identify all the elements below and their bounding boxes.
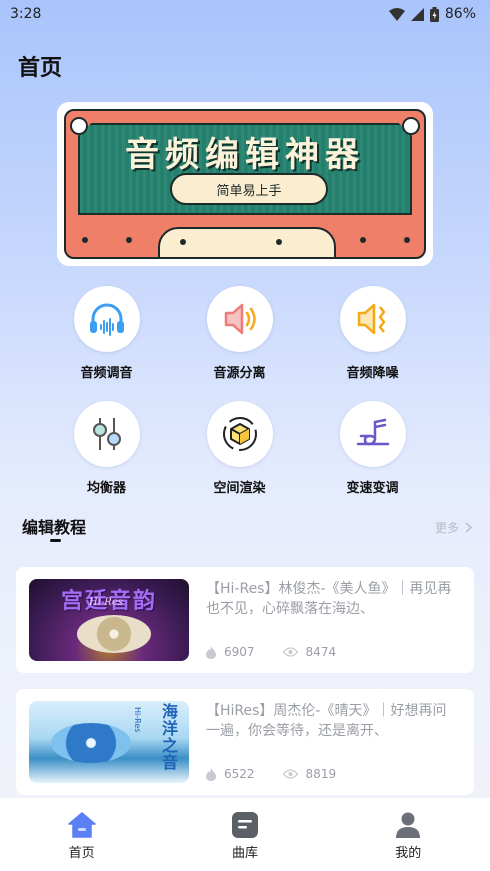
section-underline <box>50 539 61 542</box>
view-count: 8474 <box>305 645 337 659</box>
flame-icon <box>206 645 216 659</box>
noise-reduction-icon <box>339 286 406 352</box>
equalizer-icon <box>73 401 140 467</box>
banner[interactable]: 音频编辑神器 简单易上手 <box>57 102 433 266</box>
more-label: 更多 <box>434 521 459 535</box>
profile-icon <box>396 812 421 838</box>
tool-label: 音源分离 <box>213 366 266 381</box>
tutorial-card[interactable]: 海洋之音 Hi-Res 【HiRes】周杰伦-《晴天》｜好想再问一遍，你会等待，… <box>16 689 474 795</box>
tab-label: 首页 <box>68 846 95 861</box>
cassette-illustration: 音频编辑神器 简单易上手 <box>64 109 426 259</box>
section-title: 编辑教程 <box>22 518 87 537</box>
battery-level: 86% <box>444 6 476 22</box>
thumbnail-subtitle: Hi-Res <box>133 707 142 733</box>
home-icon <box>67 812 96 838</box>
cassette-tape-window <box>158 227 336 257</box>
spatial-box-icon <box>206 401 273 467</box>
tool-label: 均衡器 <box>86 481 126 496</box>
tool-source-separation[interactable]: 音源分离 <box>173 286 306 381</box>
tutorial-title: 【Hi-Res】林俊杰-《美人鱼》｜再见再也不见，心碎飘落在海边、 <box>206 581 452 617</box>
tutorial-stats: 6522 8819 <box>206 767 364 781</box>
status-icons: 86% <box>388 6 476 22</box>
speaker-icon <box>206 286 273 352</box>
cd-disc <box>77 615 151 653</box>
eye-icon <box>282 647 298 657</box>
tool-audio-tuning[interactable]: 音频调音 <box>40 286 173 381</box>
banner-title: 音频编辑神器 <box>125 135 365 175</box>
cassette-dot <box>82 237 88 243</box>
cassette-dot <box>360 237 366 243</box>
pitch-icon <box>339 401 406 467</box>
eye-icon <box>282 769 298 779</box>
tool-equalizer[interactable]: 均衡器 <box>40 401 173 496</box>
thumbnail-title: 海洋之音 <box>161 702 178 772</box>
tab-label: 我的 <box>395 846 422 861</box>
tool-speed-pitch[interactable]: 变速变调 <box>306 401 439 496</box>
more-link[interactable]: 更多 <box>435 519 472 536</box>
tool-spatial-render[interactable]: 空间渲染 <box>173 401 306 496</box>
flame-icon <box>206 767 216 781</box>
battery-icon <box>429 6 439 22</box>
like-count: 6522 <box>224 767 255 781</box>
wifi-icon <box>388 7 405 21</box>
tutorial-stats: 6907 8474 <box>206 645 364 659</box>
cassette-dot <box>404 237 410 243</box>
tutorial-card[interactable]: 宫廷音韵 Hi-Res 【Hi-Res】林俊杰-《美人鱼》｜再见再也不见，心碎飘… <box>16 567 474 673</box>
tab-label: 曲库 <box>231 846 258 861</box>
tool-noise-reduction[interactable]: 音频降噪 <box>306 286 439 381</box>
tool-grid: 音频调音 音源分离 音频降噪 均衡器 空间渲染 变速变调 <box>40 286 450 496</box>
chevron-right-icon <box>465 522 472 533</box>
tool-label: 空间渲染 <box>213 481 266 496</box>
banner-subtitle: 简单易上手 <box>216 183 282 199</box>
tool-label: 变速变调 <box>346 481 399 496</box>
tab-profile[interactable]: 我的 <box>348 812 468 861</box>
status-time: 3:28 <box>10 6 42 22</box>
tutorial-thumbnail: 宫廷音韵 Hi-Res <box>29 579 189 661</box>
tutorial-thumbnail: 海洋之音 Hi-Res <box>29 701 189 783</box>
status-bar: 3:28 86% <box>0 0 490 28</box>
thumbnail-subtitle: Hi-Res <box>89 597 123 608</box>
tool-label: 音频降噪 <box>346 366 399 381</box>
tool-label: 音频调音 <box>80 366 133 381</box>
banner-subtitle-pill: 简单易上手 <box>170 173 328 205</box>
view-count: 8819 <box>305 767 337 781</box>
cassette-dot <box>126 237 132 243</box>
signal-icon <box>410 7 424 21</box>
cd-disc <box>51 723 131 763</box>
tab-library[interactable]: 曲库 <box>185 812 305 861</box>
bottom-tab-bar: 首页 曲库 我的 <box>0 798 490 871</box>
tab-home[interactable]: 首页 <box>22 812 142 861</box>
page-title: 首页 <box>18 56 63 81</box>
like-count: 6907 <box>224 645 255 659</box>
tutorial-title: 【HiRes】周杰伦-《晴天》｜好想再问一遍，你会等待，还是离开、 <box>206 703 447 739</box>
library-icon <box>231 812 258 838</box>
headphones-icon <box>73 286 140 352</box>
